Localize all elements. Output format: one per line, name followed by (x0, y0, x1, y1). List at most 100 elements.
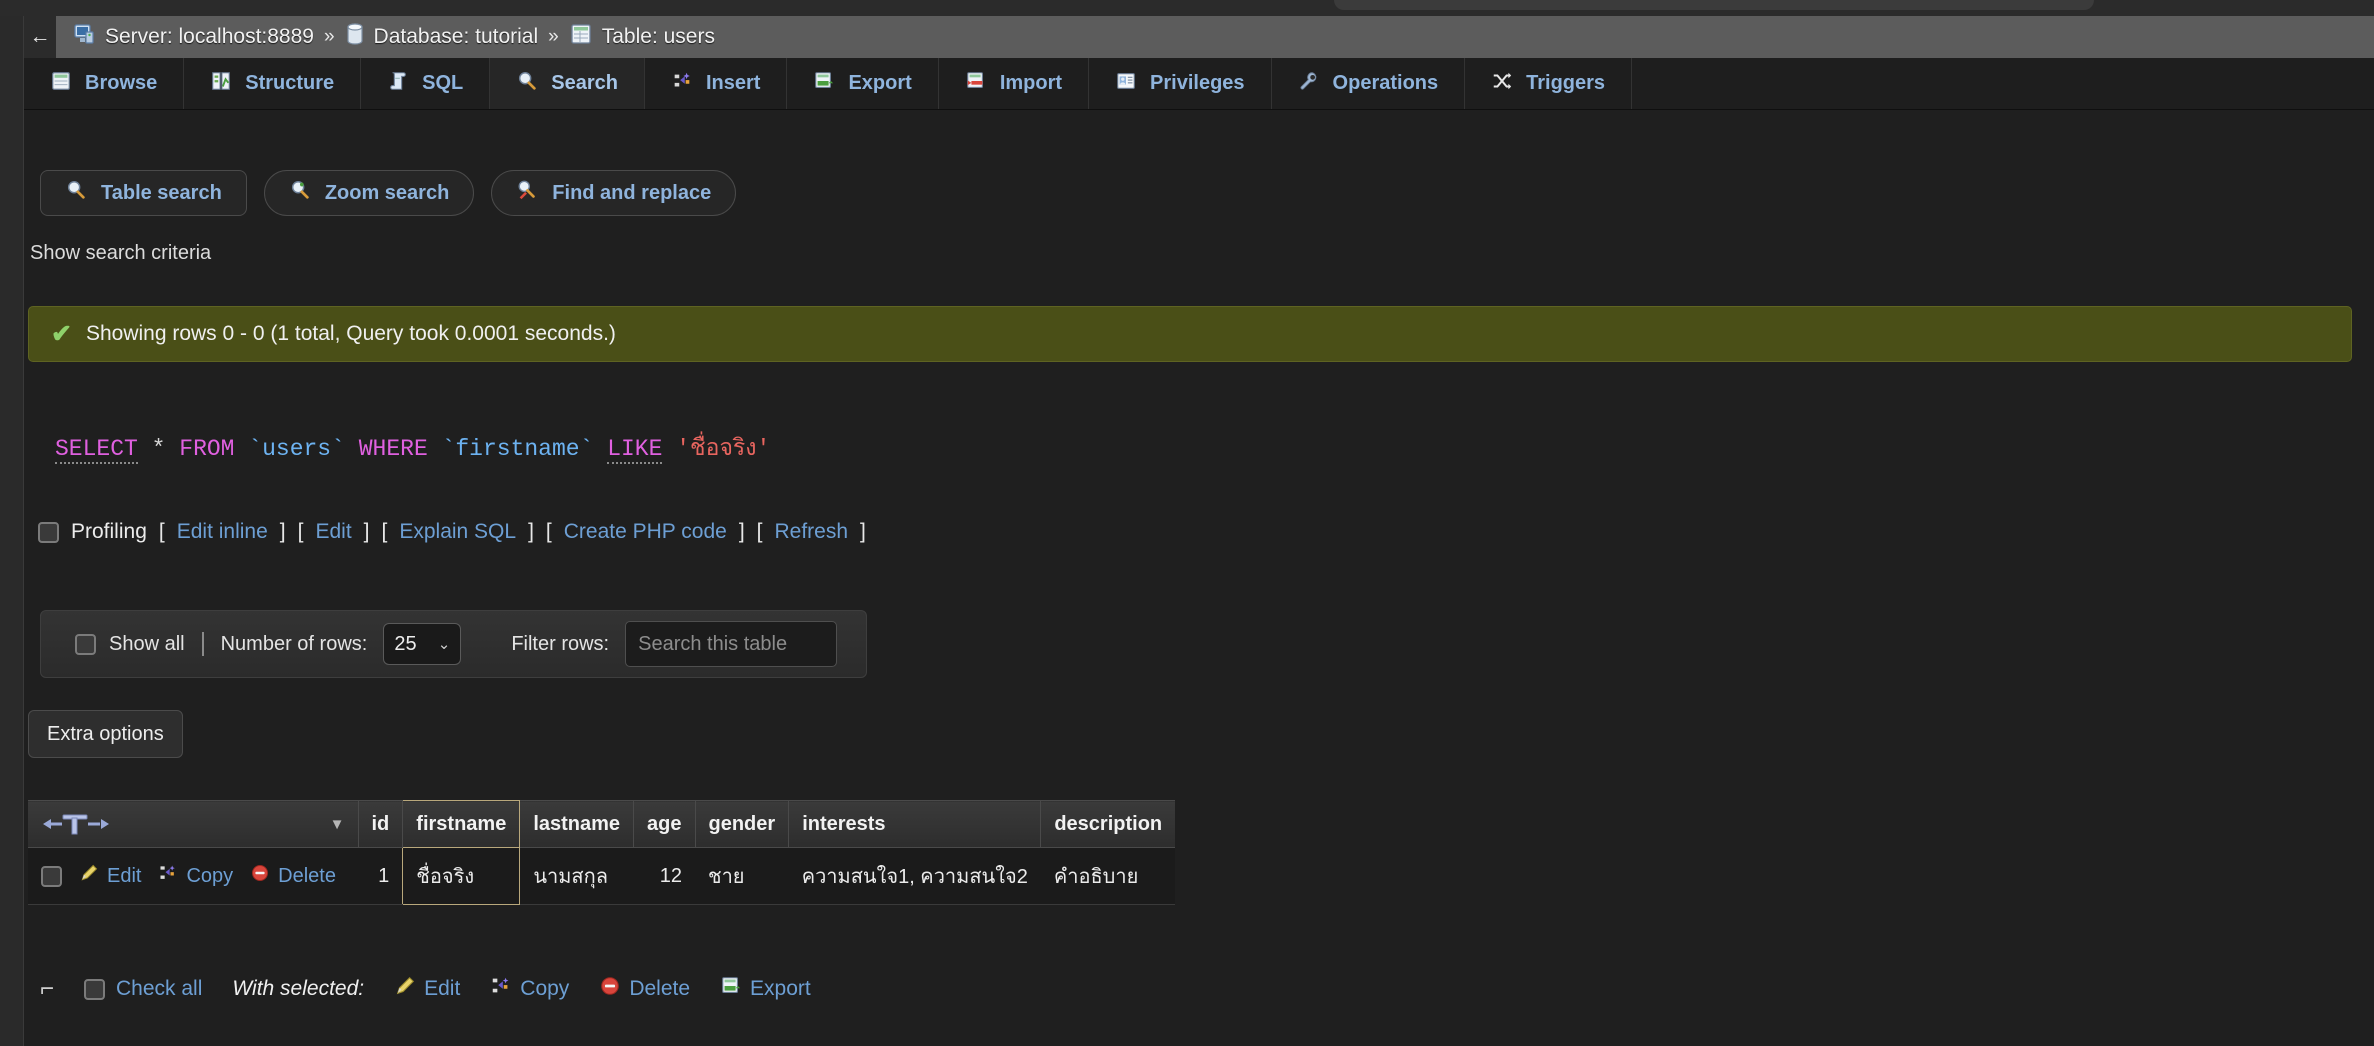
profiling-checkbox[interactable] (38, 521, 59, 543)
number-of-rows-label: Number of rows: (220, 632, 368, 655)
bracket-close-3: ] (528, 520, 534, 543)
subtab-label-find-and-replace: Find and replace (552, 181, 712, 204)
tab-structure[interactable]: Structure (184, 58, 362, 109)
show-search-criteria-link[interactable]: Show search criteria (30, 242, 211, 265)
subtab-find-and-replace[interactable]: Find and replace (491, 170, 737, 216)
footer-export-link[interactable]: Export (720, 975, 811, 1003)
find-replace-icon (516, 179, 538, 207)
table-header-id[interactable]: id (358, 800, 404, 848)
refresh-link[interactable]: Refresh (775, 520, 849, 544)
footer-copy-link[interactable]: Copy (490, 975, 569, 1003)
table-footer-actions: ⌐ Check all With selected: Edit Copy Del… (40, 975, 811, 1003)
browse-icon (50, 70, 72, 98)
rows-per-page-select[interactable]: 25 ⌄ (383, 623, 462, 665)
table-header-gender[interactable]: gender (695, 800, 790, 848)
copy-icon (158, 863, 178, 889)
cell-firstname: ชื่อจริง (402, 847, 521, 905)
row-copy-link[interactable]: Copy (158, 863, 233, 889)
table-header-description[interactable]: description (1040, 800, 1176, 848)
sql-star: * (151, 436, 166, 462)
tab-sql[interactable]: SQL (361, 58, 491, 109)
bracket-open-2: [ (297, 520, 304, 543)
breadcrumb-item-database[interactable]: Database: tutorial (345, 22, 539, 52)
breadcrumb-label-server: Server: localhost:8889 (105, 25, 314, 48)
bracket-close-1: ] (279, 520, 286, 543)
row-select-checkbox[interactable] (41, 865, 62, 887)
edit-link[interactable]: Edit (315, 520, 351, 544)
check-all-group[interactable]: Check all (84, 977, 202, 1001)
footer-export-label: Export (750, 977, 811, 1000)
tab-label-structure: Structure (245, 72, 335, 94)
zoom-search-icon (289, 179, 311, 207)
footer-delete-link[interactable]: Delete (599, 975, 690, 1003)
table-row: Edit Copy Delete 1 ชื่อจริง นามสกุล 12 ช… (28, 847, 1176, 905)
column-dropdown-icon[interactable]: ▼ (330, 816, 345, 833)
operations-icon (1298, 70, 1320, 98)
breadcrumb-item-table[interactable]: Table: users (569, 22, 715, 52)
cell-id: 1 (358, 847, 403, 905)
bracket-close-5: ] (860, 520, 866, 543)
breadcrumb-separator-2: » (548, 26, 559, 47)
tab-triggers[interactable]: Triggers (1465, 58, 1633, 109)
subtab-label-zoom-search: Zoom search (324, 181, 450, 204)
tab-label-triggers: Triggers (1526, 72, 1606, 94)
table-header-interests[interactable]: interests (788, 800, 1042, 848)
extra-options-button[interactable]: Extra options (28, 710, 183, 758)
tab-export[interactable]: Export (787, 58, 939, 109)
footer-copy-label: Copy (520, 977, 570, 1000)
sql-keyword-where: WHERE (358, 436, 428, 462)
tab-browse[interactable]: Browse (24, 58, 185, 109)
tab-privileges[interactable]: Privileges (1089, 58, 1272, 109)
export-icon (813, 70, 835, 98)
tab-label-insert: Insert (706, 72, 761, 94)
tab-insert[interactable]: Insert (645, 58, 788, 109)
sort-direction-icons[interactable] (41, 811, 111, 837)
query-result-text: Showing rows 0 - 0 (1 total, Query took … (85, 322, 616, 345)
row-delete-link[interactable]: Delete (250, 863, 336, 889)
table-header-firstname[interactable]: firstname (402, 800, 521, 848)
bracket-open-4: [ (545, 520, 552, 543)
tab-import[interactable]: Import (939, 58, 1090, 109)
up-left-arrow-icon[interactable]: ⌐ (40, 975, 54, 1003)
check-all-checkbox[interactable] (84, 978, 106, 1000)
sql-string-literal: 'ชื่อจริง' (676, 436, 771, 462)
tab-bar-filler (1632, 58, 2374, 109)
with-selected-label: With selected: (232, 977, 365, 1000)
check-all-label[interactable]: Check all (116, 977, 202, 1001)
breadcrumb-item-server[interactable]: Server: localhost:8889 (72, 22, 314, 52)
back-button[interactable]: ← (24, 16, 56, 58)
create-php-code-link[interactable]: Create PHP code (564, 520, 727, 544)
profiling-label: Profiling (71, 520, 147, 543)
subtab-table-search[interactable]: Table search (40, 170, 247, 216)
table-header-row: ▼ id firstname lastname age gender inter… (28, 800, 1176, 848)
edit-inline-link[interactable]: Edit inline (177, 520, 268, 544)
search-icon (516, 70, 538, 98)
tab-search[interactable]: Search (490, 58, 645, 109)
tab-label-sql: SQL (422, 72, 464, 94)
cell-age: 12 (633, 847, 695, 905)
phpmyadmin-window: ⤡ ← Server: localhost:8889 » Database: t… (0, 0, 2374, 1046)
sql-column-name: `firstname` (441, 436, 594, 462)
tab-label-privileges: Privileges (1150, 72, 1245, 94)
filter-rows-input[interactable] (625, 621, 838, 667)
table-header-lastname[interactable]: lastname (519, 800, 635, 848)
show-all-label: Show all (109, 632, 185, 655)
pencil-icon (394, 975, 416, 1003)
sql-query-display[interactable]: SELECT * FROM `users` WHERE `firstname` … (55, 430, 770, 466)
tab-operations[interactable]: Operations (1272, 58, 1466, 109)
table-header-age[interactable]: age (633, 800, 696, 848)
breadcrumb-label-table: Table: users (601, 25, 715, 48)
explain-sql-link[interactable]: Explain SQL (399, 520, 516, 544)
row-edit-label: Edit (107, 864, 142, 887)
row-edit-link[interactable]: Edit (79, 863, 141, 889)
show-all-checkbox[interactable] (75, 633, 96, 655)
footer-edit-link[interactable]: Edit (394, 975, 460, 1003)
delete-icon (250, 863, 270, 889)
bracket-open-3: [ (381, 520, 388, 543)
footer-edit-label: Edit (424, 977, 461, 1000)
breadcrumb-label-database: Database: tutorial (373, 25, 539, 48)
checkmark-icon: ✔ (51, 320, 72, 348)
cell-interests: ความสนใจ1, ความสนใจ2 (788, 847, 1041, 905)
subtab-zoom-search[interactable]: Zoom search (263, 170, 475, 216)
pencil-icon (79, 863, 99, 889)
